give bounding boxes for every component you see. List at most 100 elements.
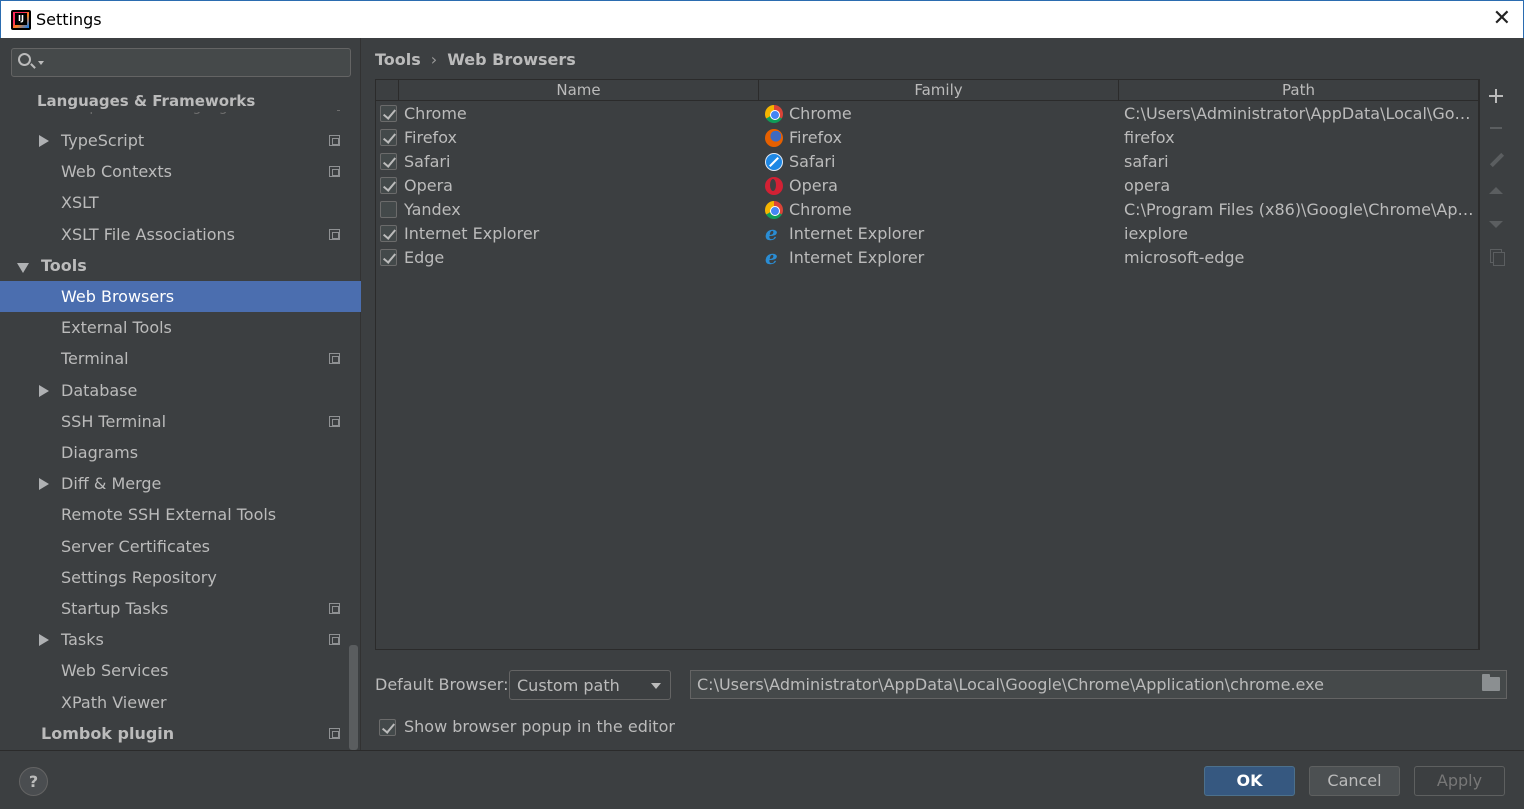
row-enabled-checkbox[interactable] [380, 153, 397, 170]
move-up-icon[interactable] [1487, 183, 1505, 201]
tree-item-label: Startup Tasks [61, 599, 169, 618]
move-down-icon[interactable] [1487, 215, 1505, 233]
remove-icon[interactable] [1487, 119, 1505, 137]
browser-path-cell[interactable]: safari [1124, 150, 1476, 174]
browser-family-label: Safari [789, 152, 836, 171]
edit-icon[interactable] [1487, 151, 1505, 169]
tree-item-xpath-viewer[interactable]: XPath Viewer [0, 687, 361, 718]
cancel-button[interactable]: Cancel [1309, 766, 1400, 796]
tree-item-terminal[interactable]: Terminal [0, 343, 361, 374]
table-row[interactable]: Yandex Chrome C:\Program Files (x86)\Googl… [376, 198, 1478, 222]
browser-family-label: Opera [789, 176, 838, 195]
expanded-arrow-icon[interactable] [17, 263, 29, 273]
tree-item-database[interactable]: Database [0, 375, 361, 406]
tree-item-tools[interactable]: Tools [0, 250, 361, 281]
table-header: Name Family Path [376, 80, 1478, 101]
add-icon[interactable] [1487, 87, 1505, 105]
tree-item-diff-merge[interactable]: Diff & Merge [0, 468, 361, 499]
browser-path-value: C:\Users\Administrator\AppData\Local\Goo… [697, 675, 1324, 694]
row-enabled-checkbox[interactable] [380, 225, 397, 242]
browser-path-cell[interactable]: microsoft-edge [1124, 246, 1476, 270]
apply-button[interactable]: Apply [1414, 766, 1505, 796]
row-enabled-checkbox[interactable] [380, 105, 397, 122]
browser-name-cell[interactable]: Yandex [404, 198, 461, 222]
project-settings-icon [329, 728, 340, 739]
collapsed-arrow-icon[interactable] [39, 634, 49, 646]
default-browser-label: Default Browser: [375, 675, 509, 694]
browser-path-input[interactable]: C:\Users\Administrator\AppData\Local\Goo… [690, 670, 1507, 699]
tree-item-label: Database [61, 381, 138, 400]
tree-item-tasks[interactable]: Tasks [0, 624, 361, 655]
default-browser-select[interactable]: Custom path [509, 670, 671, 700]
folder-icon[interactable] [1482, 674, 1500, 691]
browser-path-cell[interactable]: C:\Users\Administrator\AppData\Local\Goo… [1124, 102, 1476, 126]
tree-item-label: Settings Repository [61, 568, 217, 587]
tree-item-web-contexts[interactable]: Web Contexts [0, 156, 361, 187]
tree-item-ssh-terminal[interactable]: SSH Terminal [0, 406, 361, 437]
section-header-languages[interactable]: Languages & Frameworks [37, 90, 337, 112]
chevron-down-icon[interactable] [38, 61, 44, 65]
tree-item-label: SSH Terminal [61, 412, 167, 431]
table-row[interactable]: Internet Explorer e Internet Explorer iexpl… [376, 222, 1478, 246]
browser-name-cell[interactable]: Internet Explorer [404, 222, 539, 246]
search-input[interactable] [11, 48, 351, 77]
browser-path-cell[interactable]: C:\Program Files (x86)\Google\Chrome\App… [1124, 198, 1476, 222]
ok-button[interactable]: OK [1204, 766, 1295, 796]
tree-item-xslt[interactable]: XSLT [0, 187, 361, 218]
safari-icon [765, 153, 783, 171]
tree-item-web-browsers[interactable]: Web Browsers [0, 281, 361, 312]
collapsed-arrow-icon[interactable] [39, 135, 49, 147]
chevron-down-icon [651, 683, 661, 689]
copy-icon[interactable] [1487, 247, 1505, 266]
tree-item-diagrams[interactable]: Diagrams [0, 437, 361, 468]
project-settings-icon [329, 603, 340, 614]
browser-path-cell[interactable]: opera [1124, 174, 1476, 198]
browser-name-cell[interactable]: Chrome [404, 102, 467, 126]
close-icon[interactable]: ✕ [1493, 6, 1511, 31]
tree-item-external-tools[interactable]: External Tools [0, 312, 361, 343]
row-enabled-checkbox[interactable] [380, 249, 397, 266]
sidebar-scrollbar[interactable] [349, 645, 358, 750]
row-enabled-checkbox[interactable] [380, 129, 397, 146]
tree-item-typescript[interactable]: TypeScript [0, 125, 361, 156]
tree-item-settings-repository[interactable]: Settings Repository [0, 562, 361, 593]
row-enabled-checkbox[interactable] [380, 201, 397, 218]
browser-name-cell[interactable]: Firefox [404, 126, 457, 150]
opera-icon [765, 177, 783, 195]
show-popup-label[interactable]: Show browser popup in the editor [404, 717, 675, 736]
row-enabled-checkbox[interactable] [380, 177, 397, 194]
tree-item-lombok-plugin[interactable]: Lombok plugin [0, 718, 361, 749]
tree-item-web-services[interactable]: Web Services [0, 655, 361, 686]
table-row[interactable]: Edge e Internet Explorer microsoft-edge [376, 246, 1478, 270]
tree-item-label: XSLT [61, 193, 99, 212]
project-settings-icon [329, 416, 340, 427]
tree-item-label: XSLT File Associations [61, 225, 235, 244]
browser-name-cell[interactable]: Opera [404, 174, 453, 198]
collapsed-arrow-icon[interactable] [39, 478, 49, 490]
show-popup-checkbox[interactable] [379, 719, 396, 736]
breadcrumb-parent[interactable]: Tools [375, 50, 421, 69]
tree-item-xslt-file-associations[interactable]: XSLT File Associations [0, 219, 361, 250]
project-settings-icon [329, 634, 340, 645]
browser-name-cell[interactable]: Edge [404, 246, 444, 270]
tree-item-startup-tasks[interactable]: Startup Tasks [0, 593, 361, 624]
column-header-path[interactable]: Path [1119, 80, 1478, 101]
browser-family-label: Chrome [789, 200, 852, 219]
collapsed-arrow-icon[interactable] [39, 385, 49, 397]
tree-item-label: Lombok plugin [41, 724, 175, 743]
table-toolbar [1479, 79, 1511, 650]
browser-path-cell[interactable]: firefox [1124, 126, 1476, 150]
search-icon[interactable] [18, 53, 31, 66]
table-row[interactable]: Firefox Firefox firefox [376, 126, 1478, 150]
table-row[interactable]: Safari Safari safari [376, 150, 1478, 174]
tree-item-remote-ssh-external-tools[interactable]: Remote SSH External Tools [0, 499, 361, 530]
browser-name-cell[interactable]: Safari [404, 150, 450, 174]
column-header-family[interactable]: Family [759, 80, 1119, 101]
column-header-name[interactable]: Name [399, 80, 759, 101]
help-button[interactable]: ? [19, 767, 48, 796]
table-row[interactable]: Opera Opera opera [376, 174, 1478, 198]
column-header-enabled[interactable] [376, 80, 399, 101]
tree-item-server-certificates[interactable]: Server Certificates [0, 531, 361, 562]
browser-path-cell[interactable]: iexplore [1124, 222, 1476, 246]
table-row[interactable]: Chrome Chrome C:\Users\Administrator\AppDa… [376, 102, 1478, 126]
